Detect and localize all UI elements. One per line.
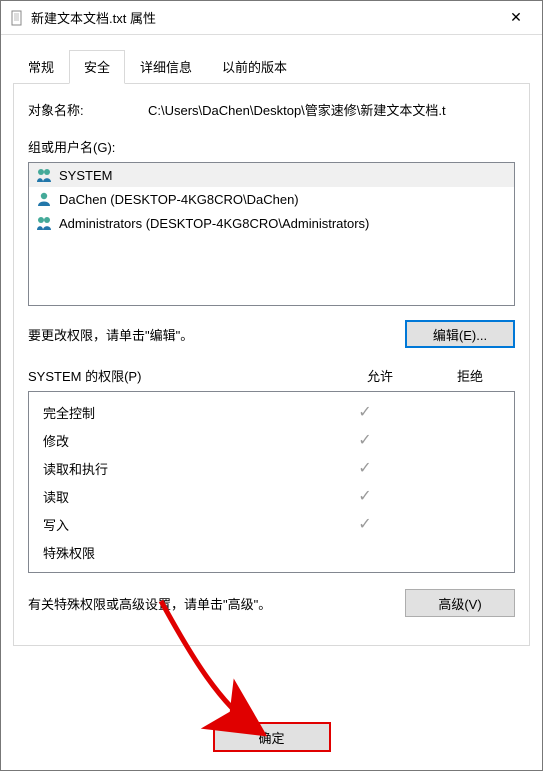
permission-allow [320,514,410,534]
tab-details[interactable]: 详细信息 [125,50,207,84]
tab-security[interactable]: 安全 [69,50,125,84]
check-icon [358,432,371,449]
ok-button-label: 确定 [258,731,284,746]
list-item-label: DaChen (DESKTOP-4KG8CRO\DaChen) [59,192,299,207]
advanced-button[interactable]: 高级(V) [405,589,515,617]
tab-security-label: 安全 [84,60,110,75]
permissions-header-name: SYSTEM 的权限(P) [28,366,335,385]
edit-hint: 要更改权限，请单击"编辑"。 [28,325,405,344]
permission-row: 完全控制 [29,398,514,426]
dialog-footer: 确定 [1,712,542,770]
permission-row: 特殊权限 [29,538,514,566]
advanced-row: 有关特殊权限或高级设置，请单击"高级"。 高级(V) [28,589,515,617]
permission-allow [320,402,410,422]
permission-allow [320,458,410,478]
file-icon [9,10,25,26]
edit-row: 要更改权限，请单击"编辑"。 编辑(E)... [28,320,515,348]
tab-general-label: 常规 [28,60,54,75]
permission-allow [320,486,410,506]
check-icon [358,516,371,533]
user-icon [35,190,53,208]
check-icon [358,488,371,505]
permission-row: 读取 [29,482,514,510]
groups-label: 组或用户名(G): [28,137,515,156]
list-item-label: SYSTEM [59,168,112,183]
tab-previous-versions[interactable]: 以前的版本 [207,50,302,84]
security-panel: 对象名称: C:\Users\DaChen\Desktop\管家速修\新建文本文… [13,84,530,646]
permissions-header-allow: 允许 [335,366,425,385]
tab-general[interactable]: 常规 [13,50,69,84]
advanced-hint: 有关特殊权限或高级设置，请单击"高级"。 [28,594,405,613]
permission-name: 读取 [43,487,320,506]
permissions-box: 完全控制修改读取和执行读取写入特殊权限 [28,391,515,573]
groups-listbox[interactable]: SYSTEM DaChen (DESKTOP-4KG8CRO\DaChen) Adm… [28,162,515,306]
window-title: 新建文本文档.txt 属性 [31,8,494,27]
list-item[interactable]: SYSTEM [29,163,514,187]
permissions-header-deny: 拒绝 [425,366,515,385]
advanced-button-label: 高级(V) [438,594,481,613]
permission-name: 读取和执行 [43,459,320,478]
titlebar: 新建文本文档.txt 属性 ✕ [1,1,542,35]
edit-button[interactable]: 编辑(E)... [405,320,515,348]
edit-button-label: 编辑(E)... [433,325,487,344]
object-path: C:\Users\DaChen\Desktop\管家速修\新建文本文档.t [148,100,515,119]
check-icon [358,404,371,421]
permission-name: 特殊权限 [43,543,320,562]
tab-details-label: 详细信息 [140,60,192,75]
permission-name: 完全控制 [43,403,320,422]
close-button[interactable]: ✕ [494,4,538,32]
object-name-row: 对象名称: C:\Users\DaChen\Desktop\管家速修\新建文本文… [28,100,515,119]
tab-previous-label: 以前的版本 [222,60,287,75]
permission-row: 写入 [29,510,514,538]
permission-name: 修改 [43,431,320,450]
permission-row: 读取和执行 [29,454,514,482]
permission-name: 写入 [43,515,320,534]
permission-row: 修改 [29,426,514,454]
tab-strip: 常规 安全 详细信息 以前的版本 [13,49,530,84]
list-item[interactable]: Administrators (DESKTOP-4KG8CRO\Administ… [29,211,514,235]
object-name-label: 对象名称: [28,100,148,119]
check-icon [358,460,371,477]
client-area: 常规 安全 详细信息 以前的版本 对象名称: C:\Users\DaChen\D… [1,35,542,646]
group-icon [35,166,53,184]
properties-dialog: 新建文本文档.txt 属性 ✕ 常规 安全 详细信息 以前的版本 对象名称: C… [0,0,543,771]
group-icon [35,214,53,232]
permissions-header: SYSTEM 的权限(P) 允许 拒绝 [28,366,515,385]
permission-allow [320,430,410,450]
list-item[interactable]: DaChen (DESKTOP-4KG8CRO\DaChen) [29,187,514,211]
ok-button[interactable]: 确定 [213,722,331,752]
close-icon: ✕ [510,9,522,26]
list-item-label: Administrators (DESKTOP-4KG8CRO\Administ… [59,216,369,231]
